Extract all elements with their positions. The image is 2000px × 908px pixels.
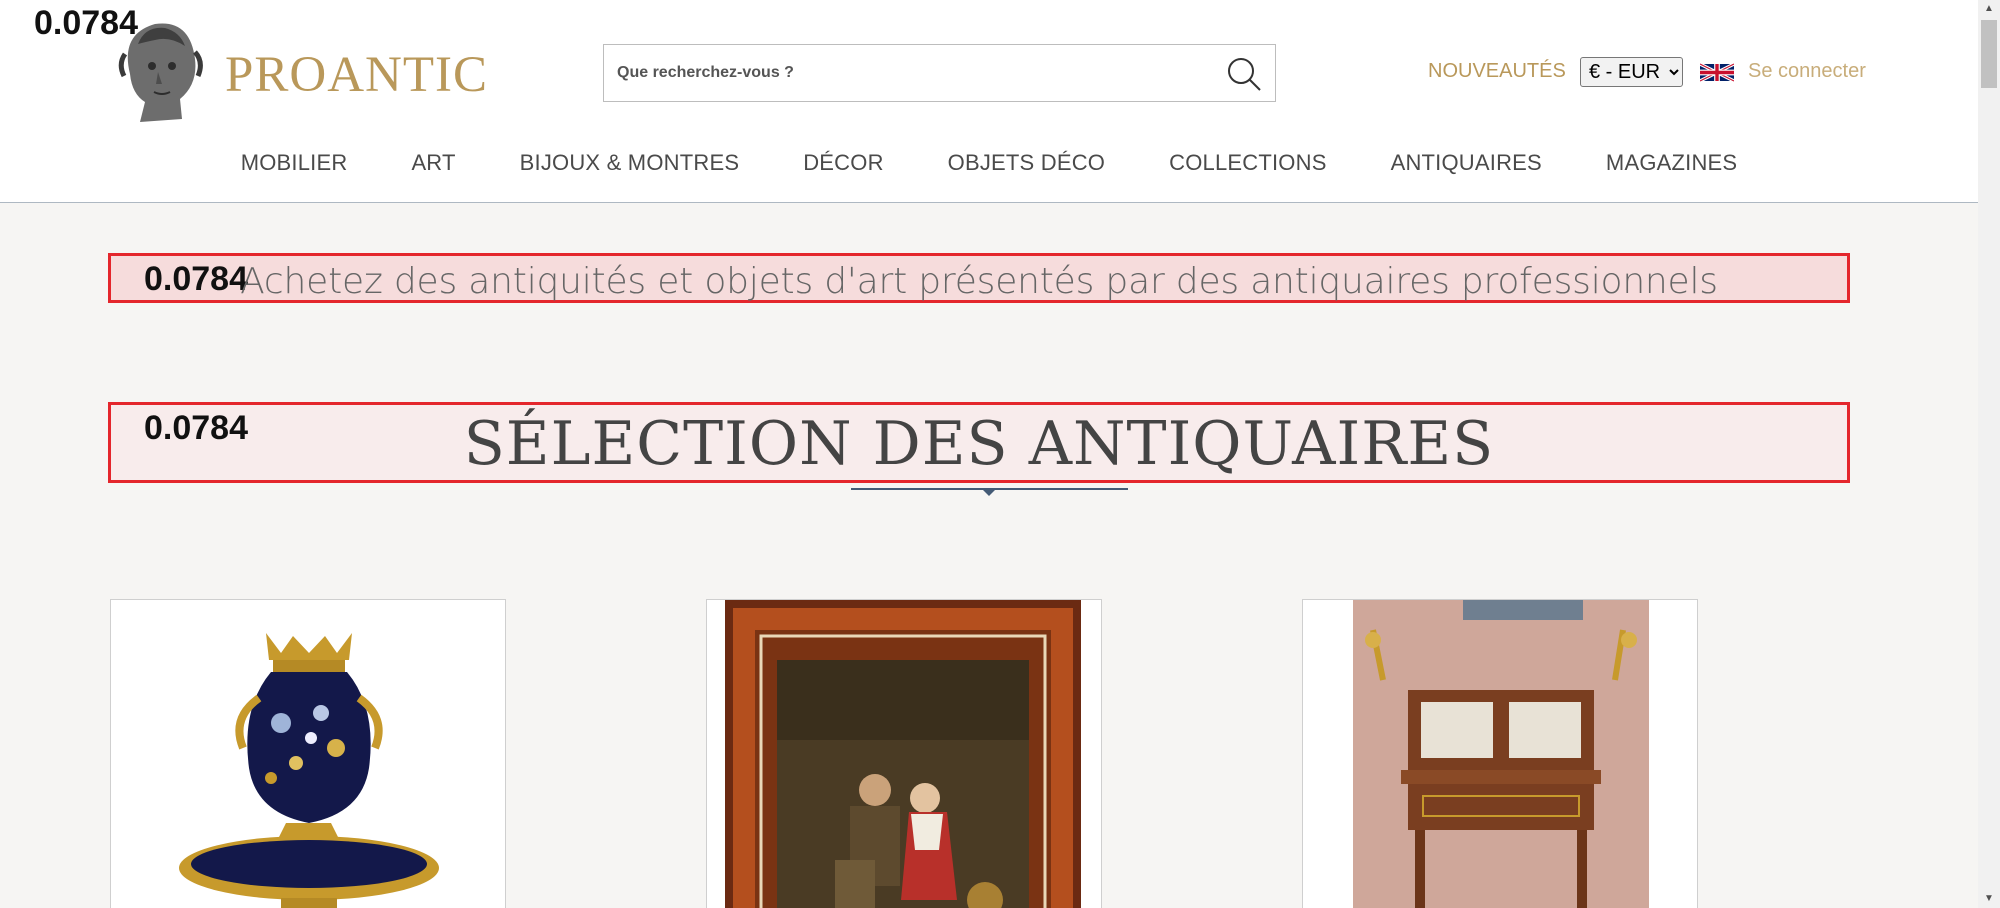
tagline-text: Achetez des antiquités et objets d'art p…	[240, 261, 1718, 302]
nav-bijoux-montres[interactable]: BIJOUX & MONTRES	[488, 150, 772, 180]
scroll-down-icon[interactable]: ▼	[1978, 890, 2000, 908]
main-nav: MOBILIER ART BIJOUX & MONTRES DÉCOR OBJE…	[0, 150, 1978, 180]
currency-select[interactable]: € - EUR	[1580, 57, 1683, 87]
site-header: 0.0784 PROANTIC NOUVEAUTÉS € - EUR	[0, 0, 1978, 203]
search-box	[603, 44, 1276, 102]
scroll-up-icon[interactable]: ▲	[1978, 0, 2000, 18]
desk-image	[1353, 600, 1649, 908]
uk-flag-icon[interactable]	[1700, 60, 1734, 85]
section-title-banner: 0.0784 SÉLECTION DES ANTIQUAIRES	[108, 402, 1850, 483]
product-card-vase[interactable]	[110, 599, 506, 908]
nav-antiquaires[interactable]: ANTIQUAIRES	[1359, 150, 1574, 180]
search-icon[interactable]	[1225, 55, 1263, 93]
page-scrollbar[interactable]: ▲ ▼	[1978, 0, 2000, 908]
nav-collections[interactable]: COLLECTIONS	[1137, 150, 1358, 180]
divider-caret-icon	[982, 489, 996, 496]
nav-art[interactable]: ART	[379, 150, 487, 180]
search-input[interactable]	[604, 45, 1204, 101]
nav-mobilier[interactable]: MOBILIER	[209, 150, 380, 180]
painting-image	[725, 600, 1081, 908]
login-link[interactable]: Se connecter	[1748, 60, 1866, 83]
nav-decor[interactable]: DÉCOR	[771, 150, 915, 180]
page: 0.0784 PROANTIC NOUVEAUTÉS € - EUR	[0, 0, 2000, 908]
nav-magazines[interactable]: MAGAZINES	[1574, 150, 1769, 180]
product-card-desk[interactable]	[1302, 599, 1698, 908]
brand-logo[interactable]: PROANTIC	[225, 46, 488, 104]
tagline-banner: 0.0784 Achetez des antiquités et objets …	[108, 253, 1850, 303]
nav-objets-deco[interactable]: OBJETS DÉCO	[916, 150, 1137, 180]
nouveautes-link[interactable]: NOUVEAUTÉS	[1428, 60, 1566, 83]
debug-value: 0.0784	[34, 4, 138, 42]
section-title: SÉLECTION DES ANTIQUAIRES	[463, 409, 1495, 479]
product-card-painting[interactable]	[706, 599, 1102, 908]
vase-image	[179, 633, 439, 908]
scroll-thumb[interactable]	[1981, 20, 1997, 88]
